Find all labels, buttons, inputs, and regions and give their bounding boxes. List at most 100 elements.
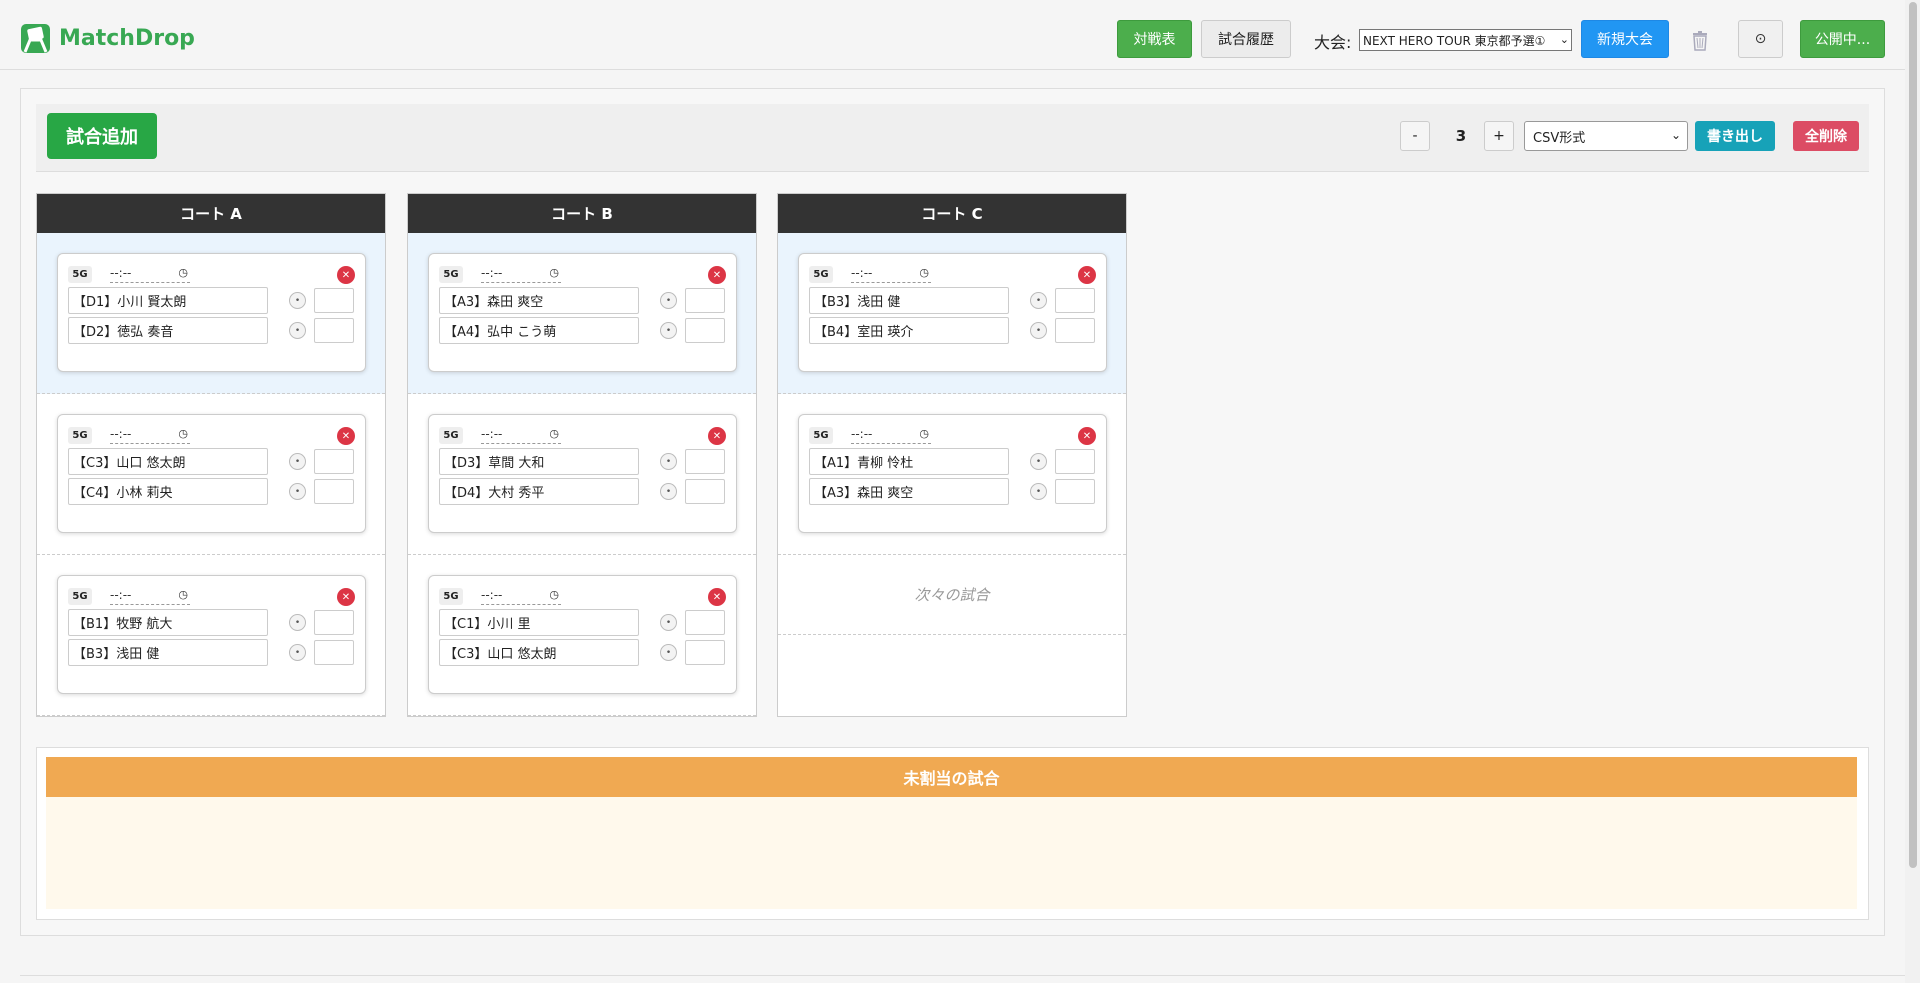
player2-input[interactable]: 【A3】森田 爽空 [809,478,1009,505]
time-input[interactable]: --:-- ◷ [851,427,931,444]
score-input[interactable] [1055,449,1095,474]
delete-match-icon[interactable]: ✕ [337,266,355,284]
court-slot[interactable]: 5G --:-- ◷ ✕ 【A3】森田 爽空 • 【A4】弘中 こう萌 • [408,233,756,394]
court-slot[interactable]: 5G --:-- ◷ ✕ 【A1】青柳 怜杜 • 【A3】森田 爽空 • [778,394,1126,555]
time-input[interactable]: --:-- ◷ [481,588,561,605]
player1-input[interactable]: 【A3】森田 爽空 [439,287,639,314]
score-input[interactable] [314,610,354,635]
court-increment-button[interactable]: + [1484,121,1514,151]
match-card[interactable]: 5G --:-- ◷ ✕ 【A1】青柳 怜杜 • 【A3】森田 爽空 • [798,414,1107,533]
tournament-select[interactable]: NEXT HERO TOUR 東京都予選① ⌄ [1359,29,1572,51]
games-badge[interactable]: 5G [439,427,463,444]
games-badge[interactable]: 5G [809,266,833,283]
delete-match-icon[interactable]: ✕ [337,427,355,445]
delete-match-icon[interactable]: ✕ [337,588,355,606]
games-badge[interactable]: 5G [68,266,92,283]
player1-input[interactable]: 【A1】青柳 怜杜 [809,448,1009,475]
player1-input[interactable]: 【B3】浅田 健 [809,287,1009,314]
score-input[interactable] [1055,318,1095,343]
score-input[interactable] [685,610,725,635]
match-card[interactable]: 5G --:-- ◷ ✕ 【C1】小川 里 • 【C3】山口 悠太朗 • [428,575,737,694]
delete-match-icon[interactable]: ✕ [708,427,726,445]
time-input[interactable]: --:-- ◷ [851,266,931,283]
winner-radio[interactable]: • [660,453,677,470]
publish-button[interactable]: 公開中... [1800,20,1885,58]
match-card[interactable]: 5G --:-- ◷ ✕ 【C3】山口 悠太朗 • 【C4】小林 莉央 • [57,414,366,533]
score-input[interactable] [1055,479,1095,504]
delete-match-icon[interactable]: ✕ [708,266,726,284]
games-badge[interactable]: 5G [439,266,463,283]
scrollbar-thumb[interactable] [1909,2,1917,868]
score-input[interactable] [685,318,725,343]
winner-radio[interactable]: • [1030,453,1047,470]
match-card[interactable]: 5G --:-- ◷ ✕ 【A3】森田 爽空 • 【A4】弘中 こう萌 • [428,253,737,372]
winner-radio[interactable]: • [660,483,677,500]
player1-input[interactable]: 【C3】山口 悠太朗 [68,448,268,475]
winner-radio[interactable]: • [289,614,306,631]
export-button[interactable]: 書き出し [1695,121,1775,151]
winner-radio[interactable]: • [660,322,677,339]
player1-input[interactable]: 【C1】小川 里 [439,609,639,636]
score-input[interactable] [685,449,725,474]
score-input[interactable] [314,449,354,474]
clear-all-button[interactable]: 全削除 [1793,121,1859,151]
score-input[interactable] [314,479,354,504]
history-button[interactable]: 試合履歴 [1201,20,1291,58]
time-input[interactable]: --:-- ◷ [481,266,561,283]
player1-input[interactable]: 【B1】牧野 航大 [68,609,268,636]
court-slot[interactable]: 5G --:-- ◷ ✕ 【B1】牧野 航大 • 【B3】浅田 健 • [37,555,385,716]
winner-radio[interactable]: • [1030,292,1047,309]
match-card[interactable]: 5G --:-- ◷ ✕ 【D3】草間 大和 • 【D4】大村 秀平 • [428,414,737,533]
player2-input[interactable]: 【B3】浅田 健 [68,639,268,666]
score-input[interactable] [1055,288,1095,313]
games-badge[interactable]: 5G [68,427,92,444]
app-logo[interactable]: MatchDrop [20,22,195,54]
add-match-button[interactable]: 試合追加 [47,113,157,159]
court-slot[interactable]: 5G --:-- ◷ ✕ 【D3】草間 大和 • 【D4】大村 秀平 • [408,394,756,555]
score-input[interactable] [685,640,725,665]
delete-match-icon[interactable]: ✕ [1078,266,1096,284]
winner-radio[interactable]: • [1030,322,1047,339]
court-slot[interactable]: 5G --:-- ◷ ✕ 【C3】山口 悠太朗 • 【C4】小林 莉央 • [37,394,385,555]
page-scrollbar[interactable] [1905,0,1920,983]
player2-input[interactable]: 【A4】弘中 こう萌 [439,317,639,344]
player2-input[interactable]: 【C4】小林 莉央 [68,478,268,505]
delete-match-icon[interactable]: ✕ [1078,427,1096,445]
court-slot[interactable]: 5G --:-- ◷ ✕ 【B3】浅田 健 • 【B4】室田 瑛介 • [778,233,1126,394]
time-input[interactable]: --:-- ◷ [110,427,190,444]
winner-radio[interactable]: • [660,644,677,661]
time-input[interactable]: --:-- ◷ [481,427,561,444]
score-input[interactable] [314,318,354,343]
winner-radio[interactable]: • [660,292,677,309]
winner-radio[interactable]: • [289,453,306,470]
score-input[interactable] [685,479,725,504]
score-input[interactable] [314,640,354,665]
player2-input[interactable]: 【D4】大村 秀平 [439,478,639,505]
games-badge[interactable]: 5G [439,588,463,605]
court-slot[interactable]: 5G --:-- ◷ ✕ 【C1】小川 里 • 【C3】山口 悠太朗 • [408,555,756,716]
next-match-slot[interactable]: 次々の試合 [778,555,1126,635]
time-input[interactable]: --:-- ◷ [110,588,190,605]
winner-radio[interactable]: • [289,483,306,500]
winner-radio[interactable]: • [289,644,306,661]
delete-match-icon[interactable]: ✕ [708,588,726,606]
court-decrement-button[interactable]: - [1400,121,1430,151]
score-input[interactable] [314,288,354,313]
player1-input[interactable]: 【D1】小川 賢太朗 [68,287,268,314]
match-card[interactable]: 5G --:-- ◷ ✕ 【B3】浅田 健 • 【B4】室田 瑛介 • [798,253,1107,372]
player2-input[interactable]: 【B4】室田 瑛介 [809,317,1009,344]
new-tournament-button[interactable]: 新規大会 [1581,20,1669,58]
time-input[interactable]: --:-- ◷ [110,266,190,283]
format-select[interactable]: CSV形式 ⌄ [1524,121,1688,151]
court-slot[interactable]: 5G --:-- ◷ ✕ 【D1】小川 賢太朗 • 【D2】徳弘 奏音 • [37,233,385,394]
unassigned-dropzone[interactable] [46,797,1857,909]
player2-input[interactable]: 【C3】山口 悠太朗 [439,639,639,666]
games-badge[interactable]: 5G [68,588,92,605]
winner-radio[interactable]: • [660,614,677,631]
score-input[interactable] [685,288,725,313]
bracket-button[interactable]: 対戦表 [1117,20,1192,58]
match-card[interactable]: 5G --:-- ◷ ✕ 【B1】牧野 航大 • 【B3】浅田 健 • [57,575,366,694]
winner-radio[interactable]: • [289,322,306,339]
trash-icon[interactable] [1688,28,1712,52]
player2-input[interactable]: 【D2】徳弘 奏音 [68,317,268,344]
